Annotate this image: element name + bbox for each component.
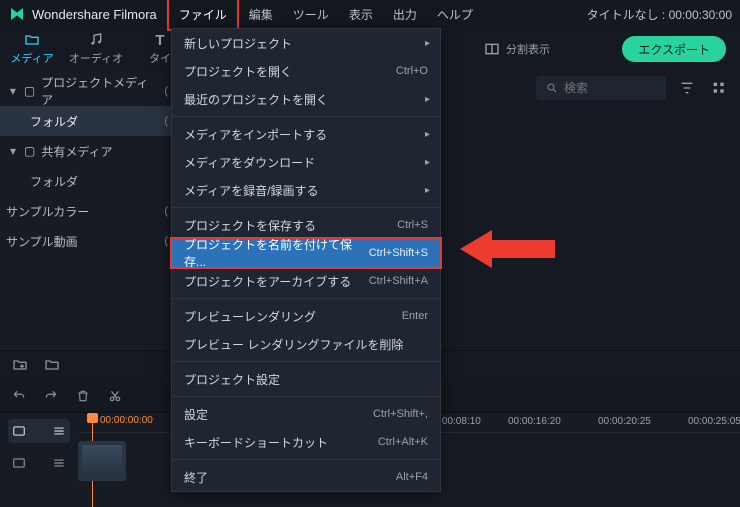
- search-box[interactable]: [536, 76, 666, 100]
- undo-icon[interactable]: [12, 389, 26, 406]
- menu-archive-project[interactable]: プロジェクトをアーカイブするCtrl+Shift+A: [172, 267, 440, 295]
- menu-file[interactable]: ファイル: [167, 0, 239, 31]
- menu-bar: ファイル 編集 ツール 表示 出力 ヘルプ: [167, 0, 483, 31]
- menu-view[interactable]: 表示: [339, 0, 383, 29]
- menu-import-media[interactable]: メディアをインポートする▸: [172, 120, 440, 148]
- trash-icon[interactable]: [76, 389, 90, 406]
- search-icon: [546, 82, 558, 94]
- menu-preview-render[interactable]: プレビューレンダリングEnter: [172, 302, 440, 330]
- export-button[interactable]: エクスポート: [622, 36, 726, 62]
- sidebar-shared-media[interactable]: ▾ ▢ 共有メディア: [0, 136, 174, 166]
- menu-new-project[interactable]: 新しいプロジェクト▸: [172, 29, 440, 57]
- menu-edit[interactable]: 編集: [239, 0, 283, 29]
- menu-remove-preview-files[interactable]: プレビュー レンダリングファイルを削除: [172, 330, 440, 358]
- menu-tools[interactable]: ツール: [283, 0, 339, 29]
- menu-download-media[interactable]: メディアをダウンロード▸: [172, 148, 440, 176]
- menu-exit[interactable]: 終了Alt+F4: [172, 463, 440, 491]
- menu-keyboard-shortcuts[interactable]: キーボードショートカットCtrl+Alt+K: [172, 428, 440, 456]
- cut-icon[interactable]: [108, 389, 122, 406]
- menu-record-media[interactable]: メディアを録音/録画する▸: [172, 176, 440, 204]
- sidebar-folder[interactable]: フォルダ (: [0, 106, 174, 136]
- menu-settings[interactable]: 設定Ctrl+Shift+,: [172, 400, 440, 428]
- title-duration: タイトルなし : 00:00:30:00: [587, 6, 732, 23]
- menu-help[interactable]: ヘルプ: [427, 0, 483, 29]
- filter-icon[interactable]: [676, 77, 698, 99]
- folder-icon: ▢: [24, 144, 35, 158]
- menu-recent-projects[interactable]: 最近のプロジェクトを開く▸: [172, 85, 440, 113]
- menu-open-project[interactable]: プロジェクトを開くCtrl+O: [172, 57, 440, 85]
- redo-icon[interactable]: [44, 389, 58, 406]
- track-video-icon[interactable]: [8, 419, 70, 443]
- menu-project-settings[interactable]: プロジェクト設定: [172, 365, 440, 393]
- sidebar: ▾ ▢ プロジェクトメディア ( フォルダ ( ▾ ▢ 共有メディア フォルダ …: [0, 70, 175, 350]
- folder-icon: ▢: [24, 84, 35, 98]
- tab-split-view[interactable]: 分割表示: [472, 28, 562, 70]
- folder-open-icon[interactable]: [44, 357, 60, 376]
- annotation-arrow: [460, 226, 555, 272]
- playhead-timecode: 00:00:00:00: [100, 415, 153, 426]
- timeline-clip[interactable]: [78, 441, 126, 481]
- file-menu-dropdown: 新しいプロジェクト▸ プロジェクトを開くCtrl+O 最近のプロジェクトを開く▸…: [171, 28, 441, 492]
- sidebar-sample-video[interactable]: サンプル動画 (: [0, 226, 174, 256]
- tab-media[interactable]: メディア: [0, 28, 64, 70]
- grid-view-icon[interactable]: [708, 77, 730, 99]
- app-name: Wondershare Filmora: [32, 7, 157, 22]
- tab-audio[interactable]: オーディオ: [64, 28, 128, 70]
- search-input[interactable]: [564, 81, 654, 95]
- new-folder-icon[interactable]: [12, 357, 28, 376]
- menu-save-project[interactable]: プロジェクトを保存するCtrl+S: [172, 211, 440, 239]
- track-audio-icon[interactable]: [8, 451, 70, 475]
- menu-save-project-as[interactable]: プロジェクトを名前を付けて保存...Ctrl+Shift+S: [172, 239, 440, 267]
- sidebar-folder-2[interactable]: フォルダ: [0, 166, 174, 196]
- sidebar-project-media[interactable]: ▾ ▢ プロジェクトメディア (: [0, 76, 174, 106]
- menu-export[interactable]: 出力: [383, 0, 427, 29]
- app-logo: [8, 5, 26, 23]
- sidebar-sample-color[interactable]: サンプルカラー (: [0, 196, 174, 226]
